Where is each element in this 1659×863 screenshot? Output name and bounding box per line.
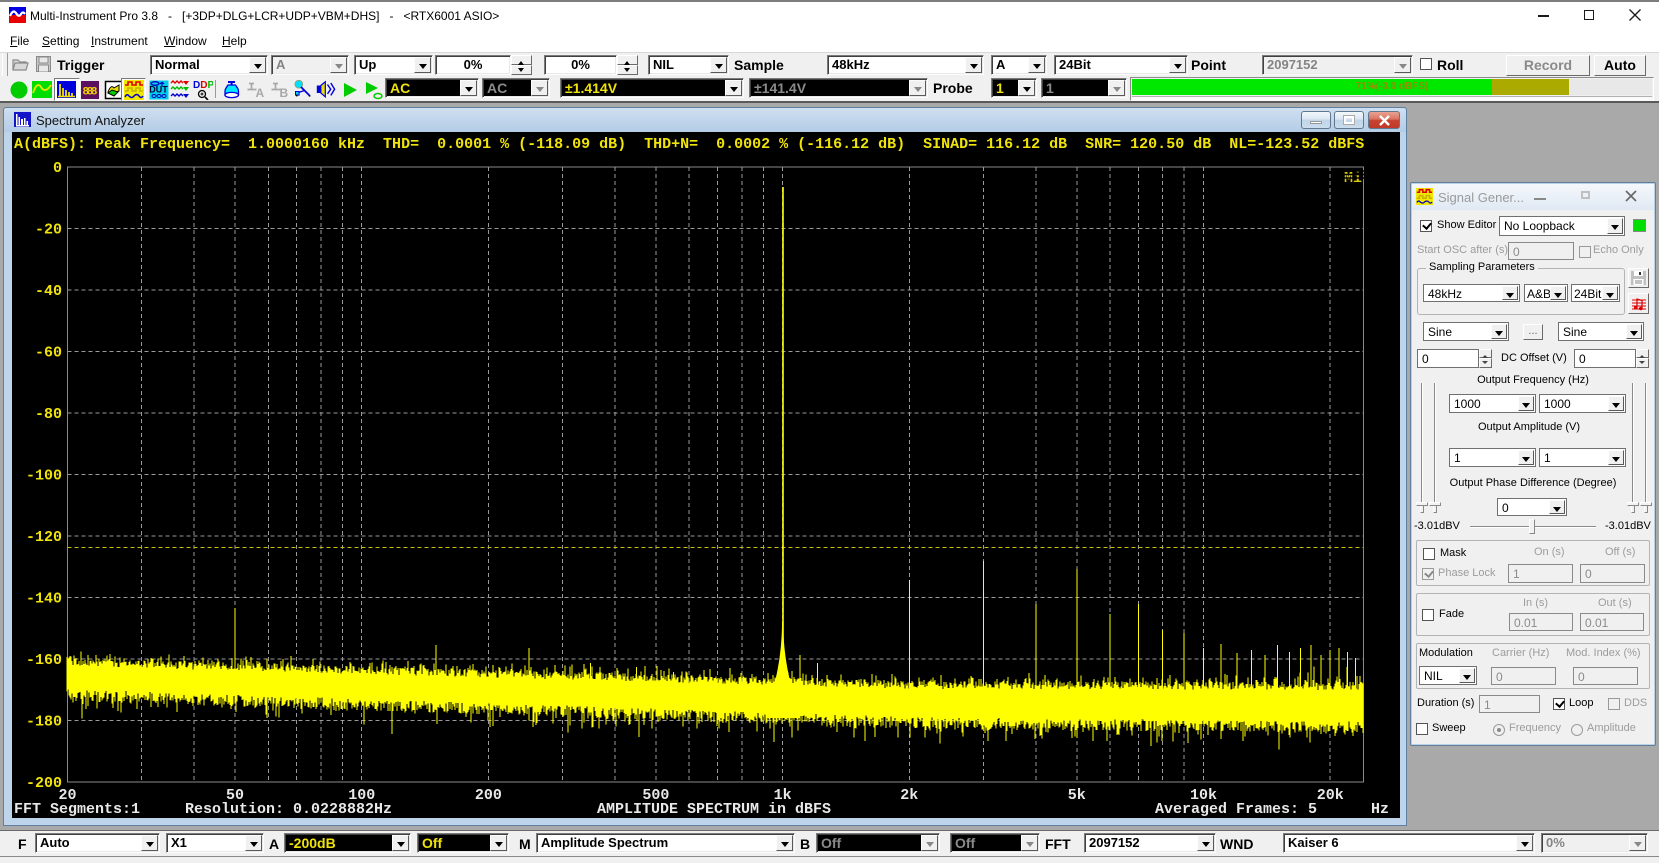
svg-text:-100: -100 (26, 468, 62, 485)
svg-text:-180: -180 (26, 714, 62, 731)
svg-text:FFT Segments:1: FFT Segments:1 (14, 801, 140, 818)
svg-text:AMPLITUDE SPECTRUM in dBFS: AMPLITUDE SPECTRUM in dBFS (597, 801, 831, 818)
svg-text:-140: -140 (26, 591, 62, 608)
svg-text:-120: -120 (26, 529, 62, 546)
svg-text:0: 0 (53, 160, 62, 177)
svg-text:-80: -80 (35, 406, 62, 423)
svg-text:Averaged Frames: 5: Averaged Frames: 5 (1155, 801, 1317, 818)
svg-text:-20: -20 (35, 222, 62, 239)
svg-text:Hz: Hz (1371, 801, 1389, 818)
svg-text:-60: -60 (35, 345, 62, 362)
svg-text:-200: -200 (26, 775, 62, 792)
svg-text:-40: -40 (35, 283, 62, 300)
svg-text:-160: -160 (26, 652, 62, 669)
svg-text:200: 200 (475, 787, 502, 804)
svg-text:20k: 20k (1317, 787, 1344, 804)
svg-text:2k: 2k (900, 787, 918, 804)
svg-text:Resolution: 0.0228882Hz: Resolution: 0.0228882Hz (185, 801, 392, 818)
svg-text:5k: 5k (1068, 787, 1086, 804)
